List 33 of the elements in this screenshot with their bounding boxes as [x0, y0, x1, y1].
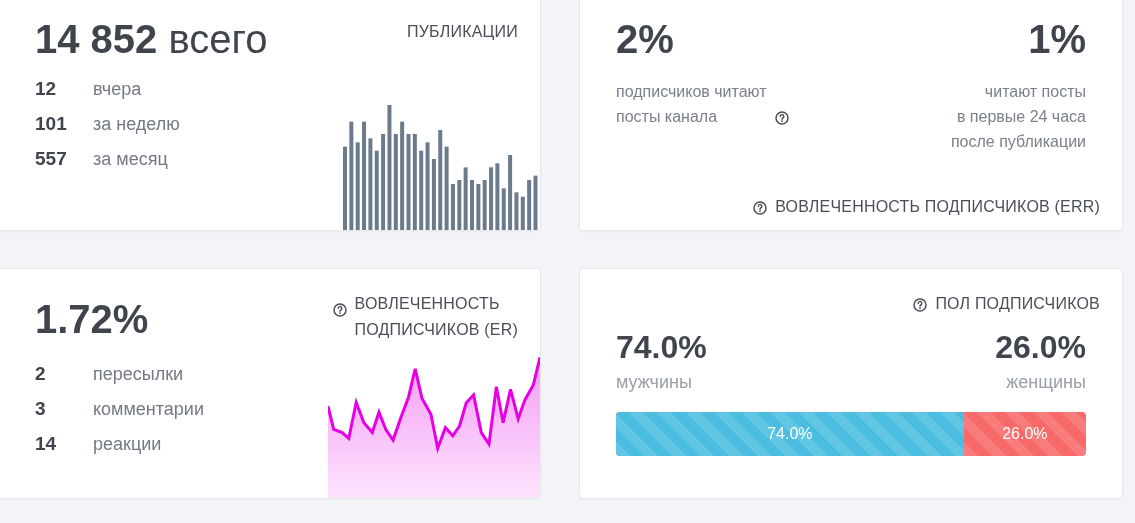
card-title: ВОВЛЕЧЕННОСТЬ ПОДПИСЧИКОВ (ERR)	[775, 197, 1100, 217]
total-count: 14 852 всего	[35, 19, 268, 59]
stat-label: пересылки	[93, 363, 184, 386]
gender-label: женщины	[1005, 371, 1086, 394]
card-title: ПОЛ ПОДПИСЧИКОВ	[935, 294, 1100, 314]
bar-label: 26.0%	[963, 412, 1086, 456]
stat-label: комментарии	[93, 398, 204, 421]
engagement-rate: 1.72%	[35, 299, 149, 343]
help-icon	[753, 200, 768, 215]
stat-value: 3	[35, 397, 47, 422]
help-icon	[774, 111, 789, 125]
stat-label: реакции	[93, 433, 162, 456]
stat-percent: 2%	[616, 19, 675, 59]
chart-bar	[470, 180, 474, 230]
stat-label: за неделю	[93, 113, 180, 136]
gender-bar-segment: 74.0%	[616, 412, 964, 456]
stat-caption: читают посты в первые 24 часа после публикации	[950, 82, 1086, 152]
stat-value: 557	[35, 147, 68, 172]
stat-value: 2	[35, 362, 47, 387]
stat-label: за месяц	[93, 148, 168, 171]
help-icon	[332, 302, 347, 317]
stat-label: вчера	[93, 78, 142, 101]
stat-value: 14	[35, 432, 58, 457]
stat-value: 101	[35, 112, 68, 137]
stat-caption: подписчиков читают посты канала	[616, 82, 767, 127]
stat-percent: 1%	[1027, 19, 1086, 59]
gender-label: мужчины	[616, 371, 693, 394]
card-title: ПУБЛИКАЦИИ	[407, 22, 518, 42]
gender-percent: 26.0%	[995, 331, 1086, 363]
gender-percent: 74.0%	[616, 331, 707, 363]
help-icon	[913, 297, 928, 312]
stat-value: 12	[35, 77, 58, 102]
card-title: ВОВЛЕЧЕННОСТЬ ПОДПИСЧИКОВ (ER)	[354, 294, 518, 340]
